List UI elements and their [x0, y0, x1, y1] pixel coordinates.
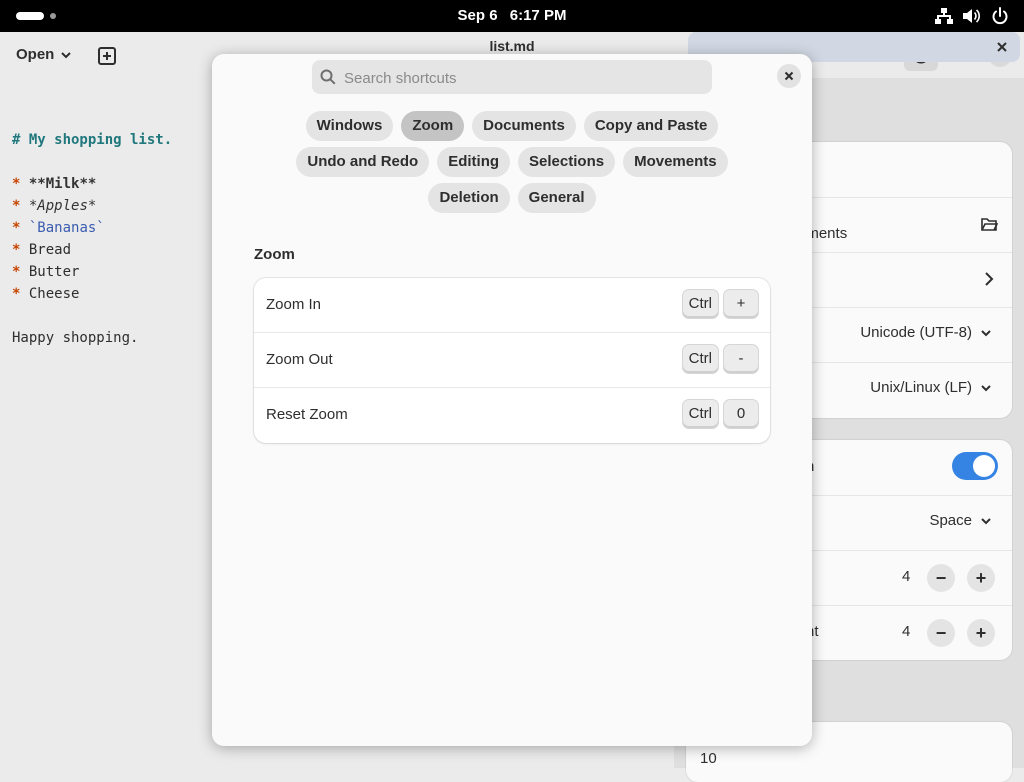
- date-label: Sep 6: [457, 7, 498, 24]
- item-text: Butter: [28, 264, 80, 280]
- category-movements[interactable]: Movements: [623, 147, 728, 177]
- keycap: Ctrl: [682, 345, 718, 373]
- time-label: 6:17 PM: [509, 7, 567, 24]
- doc-line-item: * Butter: [12, 264, 79, 280]
- category-row: Undo and Redo Editing Selections Movemen…: [212, 147, 812, 177]
- increase-tab-width-button[interactable]: +: [967, 564, 995, 592]
- shortcut-label: Zoom In: [266, 296, 322, 313]
- item-text: **Milk**: [28, 176, 97, 192]
- bullet-marker: *: [12, 198, 21, 214]
- volume-icon[interactable]: [961, 6, 981, 26]
- search-input[interactable]: [342, 60, 706, 96]
- tab-width-value: 4: [902, 568, 911, 585]
- keyboard-shortcuts-dialog: Windows Zoom Documents Copy and Paste Un…: [212, 54, 812, 746]
- encoding-dropdown[interactable]: Unicode (UTF-8): [860, 324, 992, 341]
- item-text: *Apples*: [28, 198, 97, 214]
- folder-open-icon[interactable]: [980, 215, 998, 233]
- category-windows[interactable]: Windows: [305, 111, 394, 141]
- shortcut-row-reset-zoom: Reset Zoom Ctrl 0: [254, 388, 770, 443]
- window-title: list.md: [489, 38, 535, 54]
- bullet-marker: *: [12, 286, 21, 302]
- category-zoom[interactable]: Zoom: [401, 111, 465, 141]
- doc-line-item: * `Bananas`: [12, 220, 105, 236]
- doc-line-item: * **Milk**: [12, 176, 96, 192]
- category-general[interactable]: General: [517, 183, 596, 213]
- category-deletion[interactable]: Deletion: [428, 183, 510, 213]
- bottom-field-value[interactable]: 10: [700, 750, 717, 767]
- key-combo: Ctrl +: [682, 290, 758, 318]
- doc-line-footer: Happy shopping.: [12, 330, 139, 346]
- encoding-value: Unicode (UTF-8): [860, 324, 972, 341]
- doc-line-heading: # My shopping list.: [12, 132, 173, 148]
- doc-line-item: * Bread: [12, 242, 71, 258]
- chevron-down-icon: [981, 517, 991, 524]
- network-icon[interactable]: [934, 6, 954, 26]
- key-combo: Ctrl 0: [682, 400, 758, 428]
- key-combo: Ctrl -: [682, 345, 758, 373]
- close-icon[interactable]: [994, 39, 1010, 55]
- item-text: Bread: [28, 242, 72, 258]
- category-row: Deletion General: [212, 183, 812, 213]
- bullet-marker: *: [12, 242, 21, 258]
- category-editing[interactable]: Editing: [437, 147, 511, 177]
- item-text: `Bananas`: [28, 220, 105, 236]
- decrease-tab-width-button[interactable]: −: [927, 564, 955, 592]
- search-icon: [320, 69, 336, 85]
- bullet-marker: *: [12, 220, 21, 236]
- keycap: Ctrl: [682, 400, 718, 428]
- item-text: Cheese: [28, 286, 80, 302]
- new-document-icon[interactable]: [95, 44, 119, 68]
- shortcuts-list: Zoom In Ctrl + Zoom Out Ctrl - Reset Zoo…: [254, 278, 770, 443]
- indent-type-dropdown[interactable]: Space: [929, 512, 992, 529]
- system-top-bar: Sep 6 6:17 PM: [0, 0, 1024, 32]
- bullet-marker: *: [12, 264, 21, 280]
- open-label: Open: [16, 46, 55, 63]
- keycap: Ctrl: [682, 290, 718, 318]
- indent-type-value: Space: [929, 512, 972, 529]
- power-icon[interactable]: [990, 6, 1010, 26]
- category-undo-and-redo[interactable]: Undo and Redo: [296, 147, 430, 177]
- toggle-knob: [973, 455, 995, 477]
- category-selections[interactable]: Selections: [518, 147, 616, 177]
- doc-line-item: * *Apples*: [12, 198, 96, 214]
- shortcut-label: Zoom Out: [266, 351, 333, 368]
- keycap: -: [724, 345, 758, 373]
- open-button[interactable]: Open: [8, 40, 80, 70]
- decrease-indent-width-button[interactable]: −: [927, 619, 955, 647]
- clock[interactable]: Sep 6 6:17 PM: [0, 0, 1024, 32]
- line-ending-dropdown[interactable]: Unix/Linux (LF): [870, 379, 992, 396]
- category-copy-and-paste[interactable]: Copy and Paste: [583, 111, 719, 141]
- keycap: +: [724, 290, 758, 318]
- close-icon: [784, 71, 794, 81]
- doc-line-item: * Cheese: [12, 286, 79, 302]
- close-dialog-button[interactable]: [777, 64, 801, 88]
- chevron-down-icon: [981, 384, 991, 391]
- chevron-down-icon: [981, 329, 991, 336]
- chevron-down-icon: [61, 52, 72, 59]
- line-ending-value: Unix/Linux (LF): [870, 379, 972, 396]
- increase-indent-width-button[interactable]: +: [967, 619, 995, 647]
- section-title: Zoom: [254, 246, 295, 263]
- indent-width-value: 4: [902, 623, 911, 640]
- shortcut-row-zoom-in: Zoom In Ctrl +: [254, 278, 770, 333]
- shortcut-row-zoom-out: Zoom Out Ctrl -: [254, 333, 770, 388]
- chevron-right-icon: [985, 272, 994, 286]
- shortcut-label: Reset Zoom: [266, 406, 348, 423]
- settings-toggle-switch[interactable]: [952, 452, 998, 480]
- category-documents[interactable]: Documents: [472, 111, 576, 141]
- bullet-marker: *: [12, 176, 21, 192]
- search-bar[interactable]: [312, 60, 712, 96]
- keycap: 0: [724, 400, 758, 428]
- category-row: Windows Zoom Documents Copy and Paste: [212, 111, 812, 141]
